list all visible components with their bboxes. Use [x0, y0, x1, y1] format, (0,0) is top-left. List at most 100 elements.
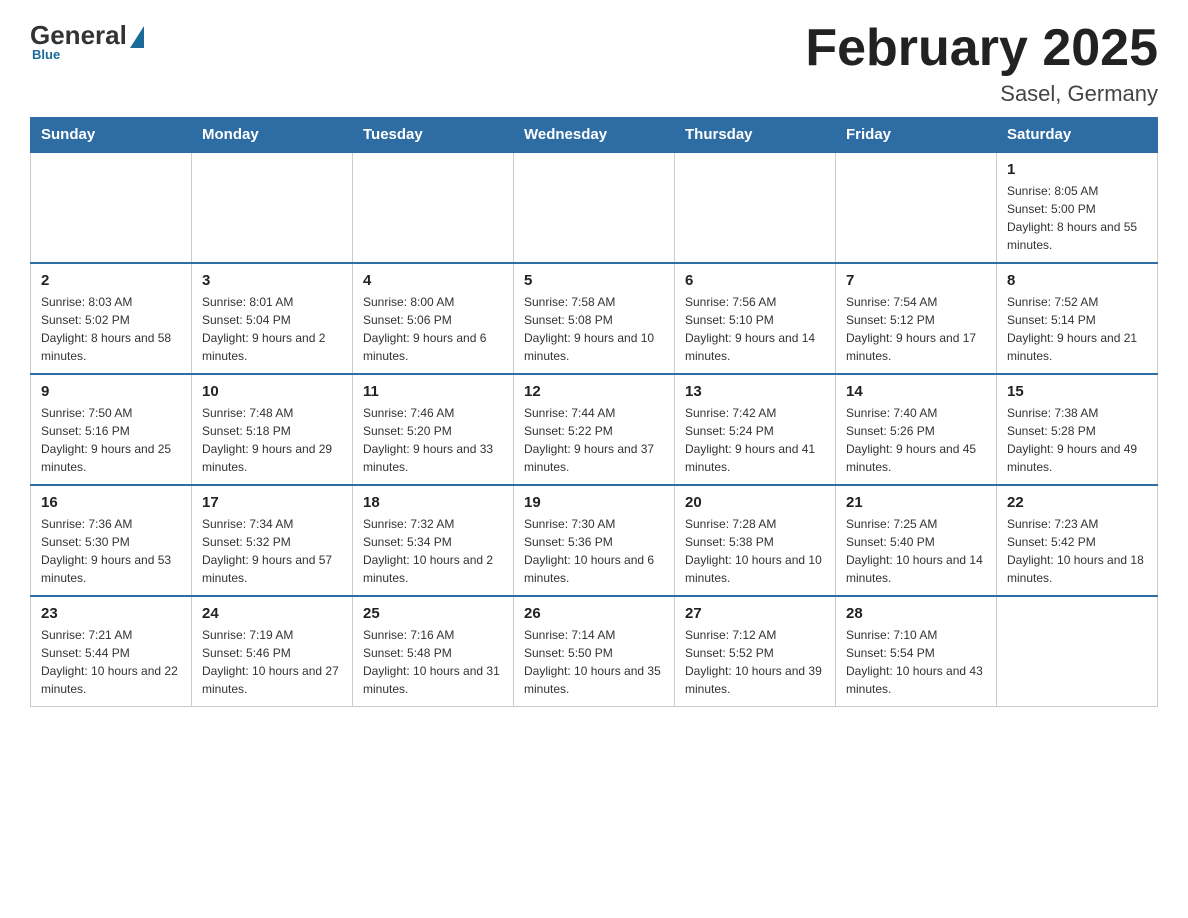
day-number: 23 — [41, 605, 181, 622]
calendar-cell: 21 Sunrise: 7:25 AMSunset: 5:40 PMDayligh… — [836, 485, 997, 596]
calendar-cell: 25Sunrise: 7:16 AMSunset: 5:48 PMDayligh… — [353, 596, 514, 707]
calendar-cell — [31, 152, 192, 263]
day-info: Sunrise: 7:34 AMSunset: 5:32 PMDaylight:… — [202, 515, 342, 587]
calendar-cell: 19 Sunrise: 7:30 AMSunset: 5:36 PMDayligh… — [514, 485, 675, 596]
calendar-cell: 3 Sunrise: 8:01 AMSunset: 5:04 PMDaylight… — [192, 263, 353, 374]
calendar-cell: 24 Sunrise: 7:19 AMSunset: 5:46 PMDayligh… — [192, 596, 353, 707]
calendar-header-tuesday: Tuesday — [353, 118, 514, 153]
day-info: Sunrise: 7:10 AMSunset: 5:54 PMDaylight:… — [846, 626, 986, 698]
calendar-cell: 23 Sunrise: 7:21 AMSunset: 5:44 PMDayligh… — [31, 596, 192, 707]
calendar-cell: 17 Sunrise: 7:34 AMSunset: 5:32 PMDayligh… — [192, 485, 353, 596]
calendar-cell: 18 Sunrise: 7:32 AMSunset: 5:34 PMDayligh… — [353, 485, 514, 596]
day-info: Sunrise: 7:30 AMSunset: 5:36 PMDaylight:… — [524, 515, 664, 587]
day-info: Sunrise: 7:56 AMSunset: 5:10 PMDaylight:… — [685, 293, 825, 365]
day-info: Sunrise: 7:16 AMSunset: 5:48 PMDaylight:… — [363, 626, 503, 698]
calendar-header-sunday: Sunday — [31, 118, 192, 153]
day-info: Sunrise: 7:40 AMSunset: 5:26 PMDaylight:… — [846, 404, 986, 476]
calendar-cell: 20 Sunrise: 7:28 AMSunset: 5:38 PMDayligh… — [675, 485, 836, 596]
calendar-cell: 7Sunrise: 7:54 AMSunset: 5:12 PMDaylight… — [836, 263, 997, 374]
calendar-header-thursday: Thursday — [675, 118, 836, 153]
day-info: Sunrise: 7:32 AMSunset: 5:34 PMDaylight:… — [363, 515, 503, 587]
calendar-cell — [514, 152, 675, 263]
day-number: 9 — [41, 383, 181, 400]
calendar-cell — [997, 596, 1158, 707]
page-header: General Blue February 2025 Sasel, German… — [30, 20, 1158, 107]
day-info: Sunrise: 8:01 AMSunset: 5:04 PMDaylight:… — [202, 293, 342, 365]
day-number: 5 — [524, 272, 664, 289]
day-number: 26 — [524, 605, 664, 622]
calendar-week-row: 9 Sunrise: 7:50 AMSunset: 5:16 PMDaylight… — [31, 374, 1158, 485]
day-number: 3 — [202, 272, 342, 289]
calendar-cell — [353, 152, 514, 263]
day-number: 11 — [363, 383, 503, 400]
calendar-cell: 13 Sunrise: 7:42 AMSunset: 5:24 PMDayligh… — [675, 374, 836, 485]
day-info: Sunrise: 8:03 AMSunset: 5:02 PMDaylight:… — [41, 293, 181, 365]
title-area: February 2025 Sasel, Germany — [805, 20, 1158, 107]
calendar-cell: 26 Sunrise: 7:14 AMSunset: 5:50 PMDayligh… — [514, 596, 675, 707]
day-info: Sunrise: 7:58 AMSunset: 5:08 PMDaylight:… — [524, 293, 664, 365]
day-number: 12 — [524, 383, 664, 400]
calendar-cell: 11 Sunrise: 7:46 AMSunset: 5:20 PMDayligh… — [353, 374, 514, 485]
day-number: 7 — [846, 272, 986, 289]
day-info: Sunrise: 7:38 AMSunset: 5:28 PMDaylight:… — [1007, 404, 1147, 476]
calendar-cell: 14 Sunrise: 7:40 AMSunset: 5:26 PMDayligh… — [836, 374, 997, 485]
day-number: 14 — [846, 383, 986, 400]
calendar-cell: 1 Sunrise: 8:05 AMSunset: 5:00 PMDaylight… — [997, 152, 1158, 263]
day-info: Sunrise: 7:25 AMSunset: 5:40 PMDaylight:… — [846, 515, 986, 587]
calendar-cell: 8Sunrise: 7:52 AMSunset: 5:14 PMDaylight… — [997, 263, 1158, 374]
day-number: 22 — [1007, 494, 1147, 511]
calendar-header-monday: Monday — [192, 118, 353, 153]
calendar-header-friday: Friday — [836, 118, 997, 153]
calendar-cell: 5 Sunrise: 7:58 AMSunset: 5:08 PMDaylight… — [514, 263, 675, 374]
calendar-cell: 9 Sunrise: 7:50 AMSunset: 5:16 PMDaylight… — [31, 374, 192, 485]
calendar-cell: 15 Sunrise: 7:38 AMSunset: 5:28 PMDayligh… — [997, 374, 1158, 485]
day-number: 16 — [41, 494, 181, 511]
day-info: Sunrise: 7:42 AMSunset: 5:24 PMDaylight:… — [685, 404, 825, 476]
day-info: Sunrise: 7:28 AMSunset: 5:38 PMDaylight:… — [685, 515, 825, 587]
day-info: Sunrise: 8:00 AMSunset: 5:06 PMDaylight:… — [363, 293, 503, 365]
calendar-week-row: 16Sunrise: 7:36 AMSunset: 5:30 PMDayligh… — [31, 485, 1158, 596]
calendar-week-row: 1 Sunrise: 8:05 AMSunset: 5:00 PMDaylight… — [31, 152, 1158, 263]
day-number: 21 — [846, 494, 986, 511]
day-number: 20 — [685, 494, 825, 511]
day-info: Sunrise: 7:50 AMSunset: 5:16 PMDaylight:… — [41, 404, 181, 476]
day-number: 28 — [846, 605, 986, 622]
day-number: 24 — [202, 605, 342, 622]
day-number: 19 — [524, 494, 664, 511]
day-number: 15 — [1007, 383, 1147, 400]
calendar-table: SundayMondayTuesdayWednesdayThursdayFrid… — [30, 117, 1158, 707]
calendar-header-wednesday: Wednesday — [514, 118, 675, 153]
day-number: 18 — [363, 494, 503, 511]
day-number: 27 — [685, 605, 825, 622]
calendar-cell: 6 Sunrise: 7:56 AMSunset: 5:10 PMDaylight… — [675, 263, 836, 374]
calendar-cell: 2 Sunrise: 8:03 AMSunset: 5:02 PMDaylight… — [31, 263, 192, 374]
logo-blue-text: Blue — [32, 47, 60, 62]
calendar-cell: 22 Sunrise: 7:23 AMSunset: 5:42 PMDayligh… — [997, 485, 1158, 596]
day-info: Sunrise: 8:05 AMSunset: 5:00 PMDaylight:… — [1007, 182, 1147, 254]
calendar-header-row: SundayMondayTuesdayWednesdayThursdayFrid… — [31, 118, 1158, 153]
day-info: Sunrise: 7:48 AMSunset: 5:18 PMDaylight:… — [202, 404, 342, 476]
calendar-cell: 4 Sunrise: 8:00 AMSunset: 5:06 PMDaylight… — [353, 263, 514, 374]
calendar-cell: 16Sunrise: 7:36 AMSunset: 5:30 PMDayligh… — [31, 485, 192, 596]
day-info: Sunrise: 7:21 AMSunset: 5:44 PMDaylight:… — [41, 626, 181, 698]
calendar-cell: 28 Sunrise: 7:10 AMSunset: 5:54 PMDayligh… — [836, 596, 997, 707]
day-number: 6 — [685, 272, 825, 289]
day-number: 10 — [202, 383, 342, 400]
calendar-cell: 27Sunrise: 7:12 AMSunset: 5:52 PMDayligh… — [675, 596, 836, 707]
day-info: Sunrise: 7:23 AMSunset: 5:42 PMDaylight:… — [1007, 515, 1147, 587]
day-number: 4 — [363, 272, 503, 289]
day-info: Sunrise: 7:14 AMSunset: 5:50 PMDaylight:… — [524, 626, 664, 698]
day-info: Sunrise: 7:46 AMSunset: 5:20 PMDaylight:… — [363, 404, 503, 476]
calendar-week-row: 23 Sunrise: 7:21 AMSunset: 5:44 PMDayligh… — [31, 596, 1158, 707]
logo: General Blue — [30, 20, 144, 62]
calendar-header-saturday: Saturday — [997, 118, 1158, 153]
calendar-cell — [192, 152, 353, 263]
day-info: Sunrise: 7:19 AMSunset: 5:46 PMDaylight:… — [202, 626, 342, 698]
day-info: Sunrise: 7:52 AMSunset: 5:14 PMDaylight:… — [1007, 293, 1147, 365]
day-number: 17 — [202, 494, 342, 511]
location-text: Sasel, Germany — [805, 81, 1158, 107]
calendar-cell — [836, 152, 997, 263]
day-number: 1 — [1007, 161, 1147, 178]
day-number: 2 — [41, 272, 181, 289]
day-number: 13 — [685, 383, 825, 400]
